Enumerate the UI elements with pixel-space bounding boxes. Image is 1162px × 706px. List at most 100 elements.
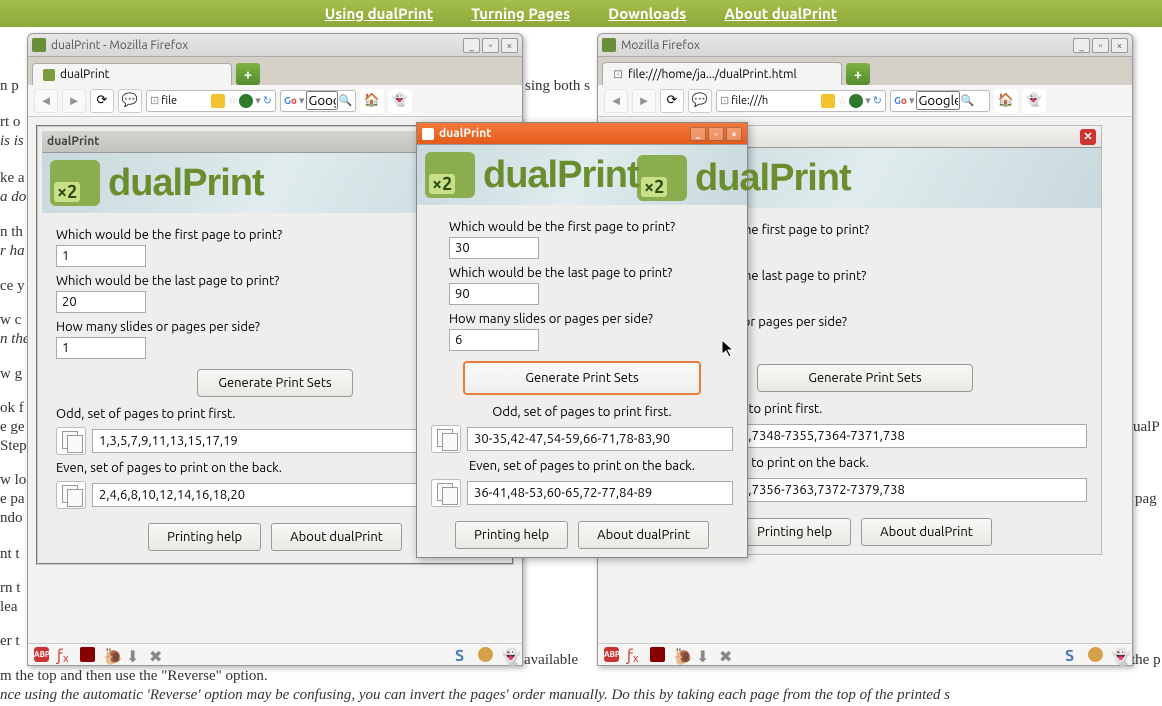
bg-text: w g [0, 364, 22, 385]
home-button[interactable]: 🏠 [994, 89, 1018, 113]
logo-text: dualPrint [108, 162, 264, 205]
generate-button[interactable]: Generate Print Sets [197, 369, 352, 397]
ghost-icon[interactable]: 👻 [388, 89, 412, 113]
snail-icon[interactable]: 🐌 [103, 647, 118, 662]
forward-button[interactable]: ► [632, 89, 656, 113]
stylish-icon[interactable]: S [1065, 647, 1080, 662]
search-icon[interactable]: 🔍 [960, 94, 974, 107]
per-side-input[interactable] [449, 329, 539, 351]
last-page-input[interactable] [449, 283, 539, 305]
close-button[interactable]: × [1111, 38, 1128, 53]
minimize-button[interactable]: _ [463, 38, 480, 53]
url-input[interactable] [731, 95, 819, 107]
globe-icon[interactable] [849, 94, 863, 108]
minimize-button[interactable]: _ [1073, 38, 1090, 53]
close-button[interactable]: × [726, 127, 742, 141]
copy-icon[interactable] [431, 425, 461, 453]
gear-icon[interactable]: ✖ [719, 647, 734, 662]
logo-icon [425, 152, 475, 198]
close-button[interactable]: × [501, 38, 518, 53]
ghost-status-icon[interactable]: 👻 [501, 647, 516, 662]
odd-output[interactable] [467, 427, 733, 451]
folder-icon[interactable] [821, 94, 835, 108]
app-icon [602, 38, 616, 52]
torrent-icon[interactable]: ⬇ [696, 647, 711, 662]
maximize-button[interactable]: ▫ [482, 38, 499, 53]
printing-help-button[interactable]: Printing help [455, 521, 568, 549]
browser-toolbar: ◄ ► ⟳ 💬 ⊡ ☆ ▾ ↻ Go▾ 🔍 🏠 👻 [28, 85, 522, 117]
search-input[interactable] [306, 91, 338, 110]
reload-button[interactable]: ⟳ [660, 89, 684, 113]
cookie-icon[interactable] [1088, 647, 1103, 662]
folder-icon[interactable] [211, 94, 225, 108]
url-input[interactable] [161, 95, 209, 107]
applet-titlebar[interactable]: dualPrint _ ▫ × [417, 123, 747, 145]
nav-turning[interactable]: Turning Pages [471, 5, 570, 22]
search-input[interactable] [916, 91, 960, 110]
first-page-input[interactable] [56, 245, 146, 267]
abp-icon[interactable]: ABP [604, 647, 619, 662]
nav-using[interactable]: Using dualPrint [325, 5, 433, 22]
reload-button[interactable]: ⟳ [90, 89, 114, 113]
cookie-icon[interactable] [478, 647, 493, 662]
generate-button[interactable]: Generate Print Sets [757, 364, 972, 392]
gear-icon[interactable]: ✖ [149, 647, 164, 662]
copy-icon[interactable] [431, 479, 461, 507]
chat-icon[interactable]: 💬 [688, 89, 712, 113]
maximize-button[interactable]: ▫ [708, 127, 724, 141]
about-button[interactable]: About dualPrint [271, 523, 402, 551]
ghost-icon[interactable]: 👻 [1022, 89, 1046, 113]
browser-tab[interactable]: ⊡file:///home/ja.../dualPrint.html [602, 62, 842, 85]
noscript-icon[interactable] [650, 647, 665, 662]
back-button[interactable]: ◄ [34, 89, 58, 113]
copy-icon[interactable] [56, 481, 86, 509]
generate-button[interactable]: Generate Print Sets [463, 361, 700, 395]
window-titlebar[interactable]: dualPrint - Mozilla Firefox _ ▫ × [28, 34, 522, 57]
url-bar[interactable]: ⊡ ☆ ▾ ↻ [146, 90, 276, 112]
search-icon[interactable]: 🔍 [338, 94, 352, 107]
even-output[interactable] [467, 481, 733, 505]
script-icon[interactable]: ƒₓ [57, 647, 72, 662]
browser-tab[interactable]: dualPrint [32, 63, 232, 85]
copy-icon[interactable] [56, 427, 86, 455]
tab-bar: ⊡file:///home/ja.../dualPrint.html + [598, 57, 1132, 85]
nav-downloads[interactable]: Downloads [608, 5, 686, 22]
window-titlebar[interactable]: Mozilla Firefox _ ▫ × [598, 34, 1132, 57]
applet-close-button[interactable]: ✕ [1080, 129, 1096, 145]
about-button[interactable]: About dualPrint [861, 518, 992, 546]
bg-text: a do [0, 187, 26, 208]
search-bar[interactable]: Go▾ 🔍 [280, 90, 356, 112]
torrent-icon[interactable]: ⬇ [126, 647, 141, 662]
ghost-status-icon[interactable]: 👻 [1111, 647, 1126, 662]
new-tab-button[interactable]: + [236, 63, 260, 85]
bg-text: ok f [0, 398, 24, 419]
snail-icon[interactable]: 🐌 [673, 647, 688, 662]
about-button[interactable]: About dualPrint [578, 521, 709, 549]
bg-text: sing both s [525, 76, 590, 97]
nav-about[interactable]: About dualPrint [724, 5, 837, 22]
per-side-input[interactable] [56, 337, 146, 359]
script-icon[interactable]: ƒₓ [627, 647, 642, 662]
last-page-input[interactable] [56, 291, 146, 313]
applet-icon [422, 128, 434, 140]
new-tab-button[interactable]: + [846, 63, 870, 85]
search-bar[interactable]: Go▾ 🔍 [890, 90, 990, 112]
printing-help-button[interactable]: Printing help [148, 523, 261, 551]
forward-button[interactable]: ► [62, 89, 86, 113]
bg-text: e ge [0, 417, 25, 438]
bg-text: ualP [1133, 417, 1160, 438]
noscript-icon[interactable] [80, 647, 95, 662]
home-button[interactable]: 🏠 [360, 89, 384, 113]
stylish-icon[interactable]: S [455, 647, 470, 662]
first-page-input[interactable] [449, 237, 539, 259]
bg-text: m the top and then use the "Reverse" opt… [0, 666, 268, 687]
globe-icon[interactable] [239, 94, 253, 108]
status-bar: ABP ƒₓ 🐌 ⬇ ✖ S 👻 [598, 643, 1132, 665]
maximize-button[interactable]: ▫ [1092, 38, 1109, 53]
minimize-button[interactable]: _ [690, 127, 706, 141]
abp-icon[interactable]: ABP [34, 647, 49, 662]
url-bar[interactable]: ⊡ ☆ ▾ ↻ [716, 90, 886, 112]
chat-icon[interactable]: 💬 [118, 89, 142, 113]
back-button[interactable]: ◄ [604, 89, 628, 113]
printing-help-button[interactable]: Printing help [738, 518, 851, 546]
